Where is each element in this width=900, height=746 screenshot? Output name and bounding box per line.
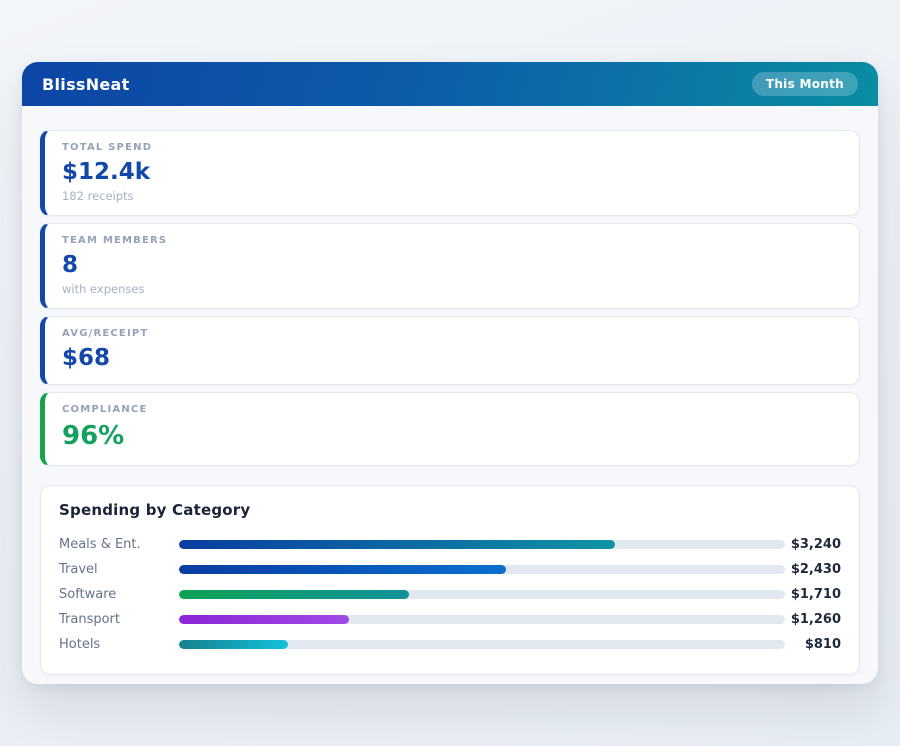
category-bar-fill	[179, 640, 288, 649]
category-row: Transport $1,260	[59, 607, 841, 632]
category-rows: Meals & Ent. $3,240 Travel $2,430 Softwa…	[59, 532, 841, 657]
category-bar-fill	[179, 540, 615, 549]
app-content: TOTAL SPEND $12.4k 182 receipts TEAM MEM…	[22, 106, 878, 675]
stat-value: $12.4k	[62, 158, 842, 187]
stats-list: TOTAL SPEND $12.4k 182 receipts TEAM MEM…	[40, 130, 860, 466]
category-label: Travel	[59, 562, 179, 577]
app-panel: BlissNeat This Month TOTAL SPEND $12.4k …	[22, 62, 878, 684]
category-bar-track	[179, 615, 785, 624]
stat-label: COMPLIANCE	[62, 404, 842, 415]
stat-card: TEAM MEMBERS 8 with expenses	[40, 223, 860, 309]
stat-value: $68	[62, 344, 842, 373]
category-row: Travel $2,430	[59, 557, 841, 582]
category-bar-fill	[179, 615, 349, 624]
stat-label: AVG/RECEIPT	[62, 328, 842, 339]
app-title: BlissNeat	[42, 75, 130, 94]
stat-sub: with expenses	[62, 282, 842, 296]
spending-card: Spending by Category Meals & Ent. $3,240…	[40, 485, 860, 675]
stat-value: 96%	[62, 420, 842, 453]
stat-sub: 182 receipts	[62, 189, 842, 203]
category-bar-track	[179, 565, 785, 574]
category-value: $2,430	[785, 562, 841, 577]
stat-card: TOTAL SPEND $12.4k 182 receipts	[40, 130, 860, 216]
category-bar-fill	[179, 565, 506, 574]
stat-label: TEAM MEMBERS	[62, 235, 842, 246]
category-bar-track	[179, 640, 785, 649]
category-bar-fill	[179, 590, 409, 599]
category-value: $1,260	[785, 612, 841, 627]
category-label: Hotels	[59, 637, 179, 652]
period-badge[interactable]: This Month	[752, 72, 858, 96]
stat-value: 8	[62, 251, 842, 280]
category-bar-track	[179, 590, 785, 599]
category-label: Meals & Ent.	[59, 537, 179, 552]
stat-label: TOTAL SPEND	[62, 142, 842, 153]
category-value: $810	[785, 637, 841, 652]
stat-card: AVG/RECEIPT $68	[40, 316, 860, 386]
spending-title: Spending by Category	[59, 501, 841, 519]
stat-card: COMPLIANCE 96%	[40, 392, 860, 466]
category-row: Hotels $810	[59, 632, 841, 657]
category-label: Software	[59, 587, 179, 602]
category-label: Transport	[59, 612, 179, 627]
category-value: $3,240	[785, 537, 841, 552]
category-row: Meals & Ent. $3,240	[59, 532, 841, 557]
app-header: BlissNeat This Month	[22, 62, 878, 106]
category-bar-track	[179, 540, 785, 549]
category-value: $1,710	[785, 587, 841, 602]
category-row: Software $1,710	[59, 582, 841, 607]
